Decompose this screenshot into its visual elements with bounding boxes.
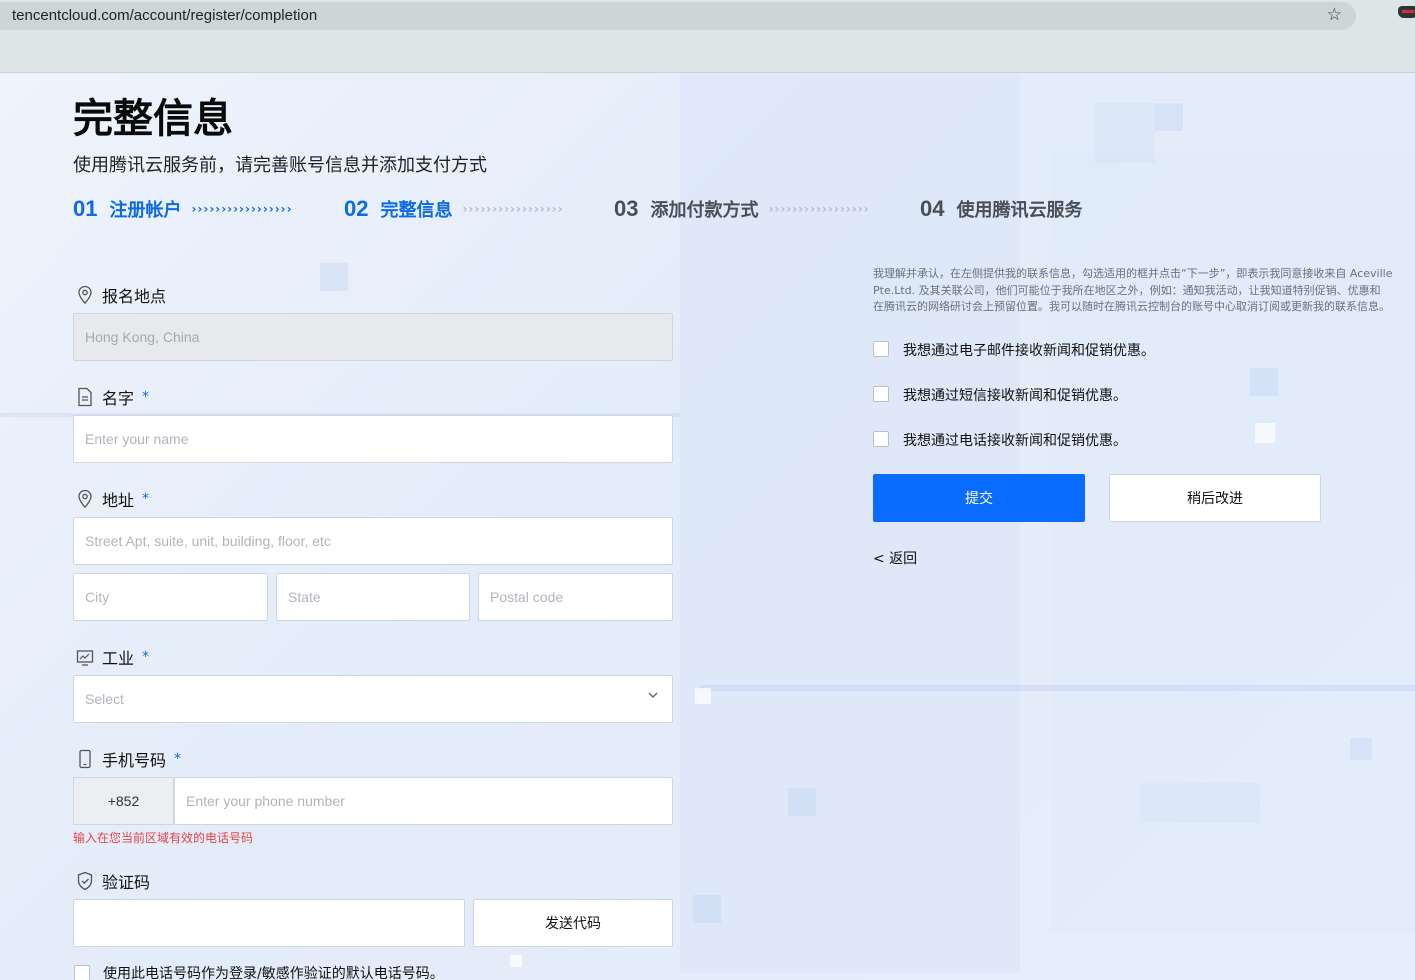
consent-line: Pte.Ltd. 及其关联公司，他们可能位于我所在地区之外，例如：通知我活动，让… <box>873 283 1381 297</box>
step-2: 02 完整信息 ››››››››››››››››› <box>344 196 564 222</box>
page-title: 完整信息 <box>73 96 233 142</box>
chevron-down-icon <box>648 692 658 698</box>
verification-label-text: 验证码 <box>102 873 151 892</box>
country-code: +852 <box>107 793 140 809</box>
location-value: Hong Kong, China <box>85 329 200 345</box>
postal-code-input[interactable]: Postal code <box>478 573 673 621</box>
location-pin-icon <box>78 489 92 509</box>
address-bar[interactable]: tencentcloud.com/account/register/comple… <box>0 2 1356 30</box>
state-input[interactable]: State <box>276 573 470 621</box>
document-icon <box>78 387 92 407</box>
name-label: 名字 * <box>76 385 149 409</box>
step-label: 添加付款方式 <box>650 200 759 221</box>
phone-error-message: 输入在您当前区域有效的电话号码 <box>73 831 254 845</box>
address-label-text: 地址 <box>102 491 135 510</box>
browser-chrome: tencentcloud.com/account/register/comple… <box>0 0 1415 73</box>
step-arrows: ››››››››››››››››› <box>462 202 564 216</box>
submit-button[interactable]: 提交 <box>873 474 1085 522</box>
name-placeholder: Enter your name <box>85 431 189 447</box>
phone-icon <box>79 749 91 769</box>
step-label: 使用腾讯云服务 <box>956 200 1083 221</box>
phone-optin-checkbox[interactable] <box>873 431 889 447</box>
state-placeholder: State <box>288 589 321 605</box>
step-label: 注册帐户 <box>109 200 182 221</box>
location-label: 报名地点 <box>76 283 166 307</box>
location-label-text: 报名地点 <box>102 287 167 306</box>
industry-select[interactable]: Select <box>73 675 673 723</box>
improve-later-button[interactable]: 稍后改进 <box>1109 474 1321 522</box>
back-link[interactable]: < 返回 <box>873 548 917 568</box>
sms-optin-checkbox[interactable] <box>873 386 889 402</box>
consent-text: 我理解并承认，在左侧提供我的联系信息，勾选适用的框并点击“下一步”，即表示我同意… <box>873 266 1415 316</box>
address-label: 地址 * <box>76 487 149 511</box>
shield-check-icon <box>77 871 93 891</box>
country-code-select[interactable]: +852 <box>73 777 174 825</box>
verification-code-input[interactable] <box>73 899 465 947</box>
email-optin-checkbox[interactable] <box>873 341 889 357</box>
consent-line: 我理解并承认，在左侧提供我的联系信息，勾选适用的框并点击“下一步”，即表示我同意… <box>873 267 1393 280</box>
industry-placeholder: Select <box>85 691 124 707</box>
required-marker: * <box>174 751 182 767</box>
postal-placeholder: Postal code <box>490 589 564 605</box>
required-marker: * <box>142 491 150 507</box>
step-number: 01 <box>73 196 98 221</box>
name-label-text: 名字 <box>102 389 135 408</box>
required-marker: * <box>142 389 150 405</box>
consent-line: 在腾讯云的网络研讨会上预留位置。我可以随时在腾讯云控制台的账号中心取消订阅或更新… <box>873 300 1390 313</box>
industry-label-text: 工业 <box>102 649 135 668</box>
step-1: 01 注册帐户 ››››››››››››››››› <box>73 196 293 222</box>
url-text[interactable]: tencentcloud.com/account/register/comple… <box>12 7 317 24</box>
chart-monitor-icon <box>76 650 94 666</box>
name-input[interactable]: Enter your name <box>73 415 673 463</box>
step-label: 完整信息 <box>380 200 453 221</box>
phone-label-text: 手机号码 <box>102 751 167 770</box>
bookmark-star-icon[interactable]: ☆ <box>1327 5 1342 25</box>
default-phone-checkbox-label: 使用此电话号码作为登录/敏感作验证的默认电话号码。 <box>103 966 444 980</box>
email-optin-label: 我想通过电子邮件接收新闻和促销优惠。 <box>903 343 1155 359</box>
step-number: 04 <box>920 196 945 221</box>
step-arrows: ››››››››››››››››› <box>768 202 870 216</box>
page-subtitle: 使用腾讯云服务前，请完善账号信息并添加支付方式 <box>73 155 487 176</box>
extension-icon[interactable] <box>1398 6 1415 18</box>
industry-label: 工业 * <box>76 645 149 669</box>
phone-optin-label: 我想通过电话接收新闻和促销优惠。 <box>903 433 1127 449</box>
sms-optin-label: 我想通过短信接收新闻和促销优惠。 <box>903 388 1127 404</box>
required-marker: * <box>142 649 150 665</box>
step-number: 02 <box>344 196 369 221</box>
street-placeholder: Street Apt, suite, unit, building, floor… <box>85 533 331 549</box>
progress-steps: 01 注册帐户 ››››››››››››››››› 02 完整信息 ››››››… <box>73 196 1173 226</box>
city-input[interactable]: City <box>73 573 268 621</box>
city-placeholder: City <box>85 589 110 605</box>
step-4: 04 使用腾讯云服务 <box>920 196 1082 222</box>
step-arrows: ››››››››››››››››› <box>191 202 293 216</box>
phone-input[interactable]: Enter your phone number <box>174 777 673 825</box>
phone-label: 手机号码 * <box>76 747 181 771</box>
location-pin-icon <box>78 285 92 305</box>
phone-placeholder: Enter your phone number <box>186 793 345 809</box>
verification-label: 验证码 <box>76 869 150 893</box>
send-code-button[interactable]: 发送代码 <box>473 899 673 947</box>
step-3: 03 添加付款方式 ››››››››››››››››› <box>614 196 870 222</box>
street-input[interactable]: Street Apt, suite, unit, building, floor… <box>73 517 673 565</box>
default-phone-checkbox[interactable] <box>74 965 90 980</box>
location-field: Hong Kong, China <box>73 313 673 361</box>
step-number: 03 <box>614 196 639 221</box>
